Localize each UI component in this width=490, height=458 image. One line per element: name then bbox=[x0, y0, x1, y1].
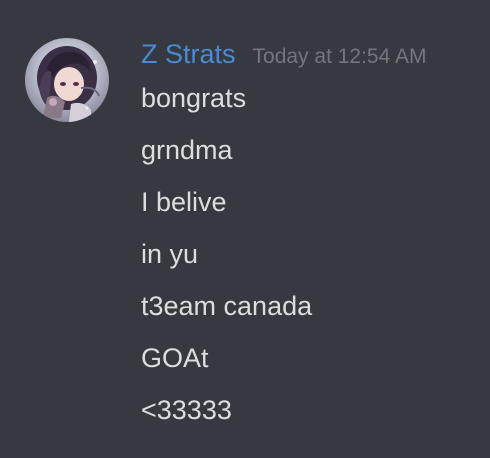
message-text: grndma bbox=[141, 135, 233, 165]
message-text: in yu bbox=[141, 239, 199, 269]
avatar-image-icon bbox=[25, 38, 109, 122]
message-text: I belive bbox=[141, 187, 227, 217]
message-text: t3eam canada bbox=[141, 291, 313, 321]
message-header: Z Strats Today at 12:54 AM bbox=[141, 36, 426, 72]
message-text: <33333 bbox=[141, 395, 232, 425]
message-text: GOAt bbox=[141, 343, 209, 373]
message-text: bongrats bbox=[141, 83, 247, 113]
user-avatar[interactable] bbox=[25, 38, 109, 122]
username[interactable]: Z Strats bbox=[141, 36, 236, 72]
message-list: bongrats grndma I belive in yu t3eam can… bbox=[141, 80, 312, 444]
message-group: Z Strats Today at 12:54 AM bongrats grnd… bbox=[0, 0, 490, 458]
timestamp[interactable]: Today at 12:54 AM bbox=[253, 39, 427, 75]
